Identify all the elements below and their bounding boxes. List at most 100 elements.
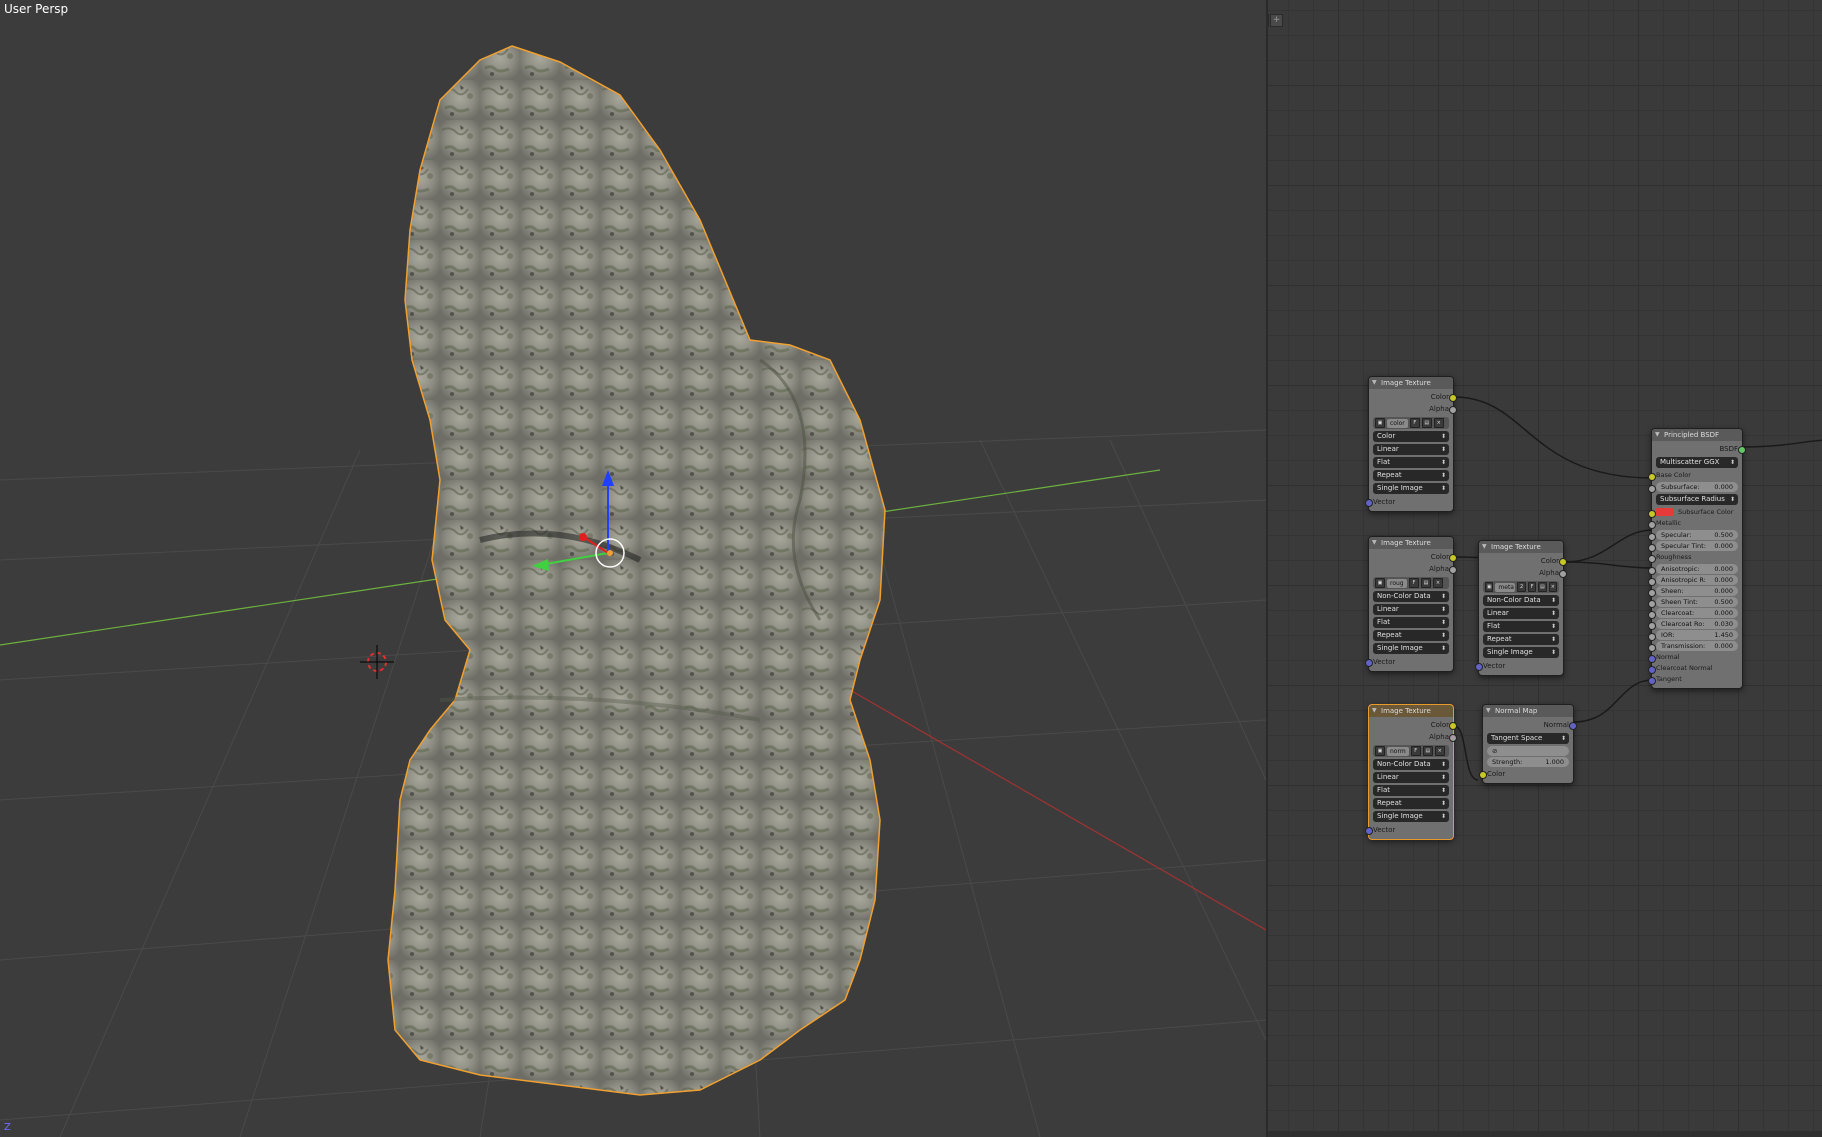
- output-socket-bsdf[interactable]: [1738, 446, 1746, 454]
- image-selector[interactable]: ▣ norm F ▤ ×: [1373, 745, 1449, 757]
- color-space-dropdown[interactable]: Non-Color Data: [1373, 591, 1449, 602]
- node-header[interactable]: ▼ Principled BSDF: [1652, 429, 1742, 441]
- input-socket-normal[interactable]: [1648, 655, 1656, 663]
- input-socket-subsurface[interactable]: [1648, 485, 1656, 493]
- extension-dropdown[interactable]: Repeat: [1373, 470, 1449, 481]
- node-header[interactable]: ▼ Normal Map: [1483, 705, 1573, 717]
- anisotropic-field[interactable]: Anisotropic: 0.000: [1648, 564, 1738, 575]
- extension-dropdown[interactable]: Repeat: [1483, 634, 1559, 645]
- specular-field[interactable]: Specular: 0.500: [1648, 530, 1738, 541]
- output-socket-color[interactable]: [1449, 554, 1457, 562]
- space-dropdown[interactable]: Tangent Space: [1487, 733, 1569, 744]
- interpolation-dropdown[interactable]: Linear: [1483, 608, 1559, 619]
- image-name-field[interactable]: meta: [1495, 582, 1516, 592]
- source-dropdown[interactable]: Single Image: [1373, 483, 1449, 494]
- collapse-icon[interactable]: ▼: [1482, 541, 1487, 553]
- image-texture-node-normal[interactable]: ▼ Image Texture Color Alpha ▣ norm F ▤ × …: [1365, 704, 1457, 840]
- color-space-dropdown[interactable]: Non-Color Data: [1483, 595, 1559, 606]
- node-header[interactable]: ▼ Image Texture: [1369, 705, 1453, 717]
- strength-field[interactable]: Strength: 1.000: [1487, 757, 1569, 767]
- normal-map-node[interactable]: ▼ Normal Map Normal Tangent Space ⊘ Stren…: [1479, 704, 1577, 784]
- input-socket-vector[interactable]: [1365, 499, 1373, 507]
- input-socket-specular-tint[interactable]: [1648, 544, 1656, 552]
- unlink-icon[interactable]: ×: [1433, 418, 1444, 428]
- interpolation-dropdown[interactable]: Linear: [1373, 772, 1449, 783]
- viewport-canvas[interactable]: [0, 0, 1266, 1137]
- image-selector[interactable]: ▣ color F ▤ ×: [1373, 417, 1449, 429]
- input-socket-color[interactable]: [1479, 771, 1487, 779]
- interpolation-dropdown[interactable]: Linear: [1373, 444, 1449, 455]
- input-socket-base-color[interactable]: [1648, 473, 1656, 481]
- node-header[interactable]: ▼ Image Texture: [1369, 377, 1453, 389]
- image-selector[interactable]: ▣ meta 2 F ▤ ×: [1483, 581, 1559, 593]
- input-socket-clearcoat-normal[interactable]: [1648, 666, 1656, 674]
- input-socket-transmission[interactable]: [1648, 644, 1656, 652]
- source-dropdown[interactable]: Single Image: [1483, 647, 1559, 658]
- image-name-field[interactable]: norm: [1387, 746, 1409, 756]
- node-editor[interactable]: + + ▼Image Texture Color Alpha ▣ color F…: [1268, 0, 1822, 1137]
- output-socket-normal[interactable]: [1569, 722, 1577, 730]
- input-socket-metallic[interactable]: [1648, 521, 1656, 529]
- output-socket-alpha[interactable]: [1449, 566, 1457, 574]
- open-folder-icon[interactable]: ▤: [1421, 578, 1431, 588]
- projection-dropdown[interactable]: Flat: [1373, 617, 1449, 628]
- interpolation-dropdown[interactable]: Linear: [1373, 604, 1449, 615]
- clearcoat-field[interactable]: Clearcoat: 0.000: [1648, 608, 1738, 619]
- collapse-icon[interactable]: ▼: [1372, 705, 1377, 717]
- unlink-icon[interactable]: ×: [1434, 746, 1445, 756]
- input-socket-vector[interactable]: [1475, 663, 1483, 671]
- anisotropic-rotation-field[interactable]: Anisotropic R: 0.000: [1648, 575, 1738, 586]
- input-socket-vector[interactable]: [1365, 827, 1373, 835]
- source-dropdown[interactable]: Single Image: [1373, 811, 1449, 822]
- input-socket-anisotropic[interactable]: [1648, 567, 1656, 575]
- output-socket-alpha[interactable]: [1559, 570, 1567, 578]
- input-socket-ior[interactable]: [1648, 633, 1656, 641]
- input-socket-clearcoat-roughness[interactable]: [1648, 622, 1656, 630]
- open-folder-icon[interactable]: ▤: [1422, 746, 1433, 756]
- subsurface-color-swatch[interactable]: [1656, 508, 1674, 516]
- input-socket-roughness[interactable]: [1648, 555, 1656, 563]
- node-header[interactable]: ▼ Image Texture: [1369, 537, 1453, 549]
- color-space-dropdown[interactable]: Non-Color Data: [1373, 759, 1449, 770]
- specular-tint-field[interactable]: Specular Tint: 0.000: [1648, 541, 1738, 552]
- unlink-icon[interactable]: ×: [1548, 582, 1558, 592]
- principled-bsdf-node[interactable]: ▼ Principled BSDF BSDF Multiscatter GGX B…: [1648, 428, 1746, 689]
- image-browse-icon[interactable]: ▣: [1375, 746, 1385, 756]
- clearcoat-roughness-field[interactable]: Clearcoat Ro: 0.030: [1648, 619, 1738, 630]
- unlink-icon[interactable]: ×: [1433, 578, 1443, 588]
- input-socket-sheen[interactable]: [1648, 589, 1656, 597]
- fake-user-button[interactable]: F: [1410, 746, 1421, 756]
- output-socket-color[interactable]: [1449, 722, 1457, 730]
- image-name-field[interactable]: roug: [1387, 578, 1407, 588]
- input-socket-clearcoat[interactable]: [1648, 611, 1656, 619]
- image-texture-node-color[interactable]: ▼ Image Texture Color Alpha ▣ color F ▤ ×…: [1365, 376, 1457, 512]
- input-socket-subsurface-color[interactable]: [1648, 510, 1656, 518]
- projection-dropdown[interactable]: Flat: [1373, 457, 1449, 468]
- input-socket-tangent[interactable]: [1648, 677, 1656, 685]
- image-browse-icon[interactable]: ▣: [1485, 582, 1494, 592]
- output-socket-alpha[interactable]: [1449, 406, 1457, 414]
- image-selector[interactable]: ▣ roug F ▤ ×: [1373, 577, 1449, 589]
- fake-user-button[interactable]: F: [1409, 578, 1419, 588]
- source-dropdown[interactable]: Single Image: [1373, 643, 1449, 654]
- node-header[interactable]: ▼ Image Texture: [1479, 541, 1563, 553]
- projection-dropdown[interactable]: Flat: [1373, 785, 1449, 796]
- output-socket-color[interactable]: [1559, 558, 1567, 566]
- input-socket-anisotropic-rotation[interactable]: [1648, 578, 1656, 586]
- image-users-count[interactable]: 2: [1517, 582, 1526, 592]
- 3d-viewport[interactable]: User Persp Z: [0, 0, 1266, 1137]
- sheen-tint-field[interactable]: Sheen Tint: 0.500: [1648, 597, 1738, 608]
- output-socket-color[interactable]: [1449, 394, 1457, 402]
- extension-dropdown[interactable]: Repeat: [1373, 630, 1449, 641]
- subsurface-field[interactable]: Subsurface: 0.000: [1648, 482, 1738, 493]
- sheen-field[interactable]: Sheen: 0.000: [1648, 586, 1738, 597]
- open-folder-icon[interactable]: ▤: [1421, 418, 1432, 428]
- open-folder-icon[interactable]: ▤: [1538, 582, 1547, 592]
- uv-map-field[interactable]: ⊘: [1487, 746, 1569, 756]
- collapse-icon[interactable]: ▼: [1486, 705, 1491, 717]
- distribution-dropdown[interactable]: Multiscatter GGX: [1656, 457, 1738, 468]
- fake-user-button[interactable]: F: [1527, 582, 1537, 592]
- ior-field[interactable]: IOR: 1.450: [1648, 630, 1738, 641]
- collapse-icon[interactable]: ▼: [1655, 429, 1660, 441]
- image-browse-icon[interactable]: ▣: [1375, 578, 1385, 588]
